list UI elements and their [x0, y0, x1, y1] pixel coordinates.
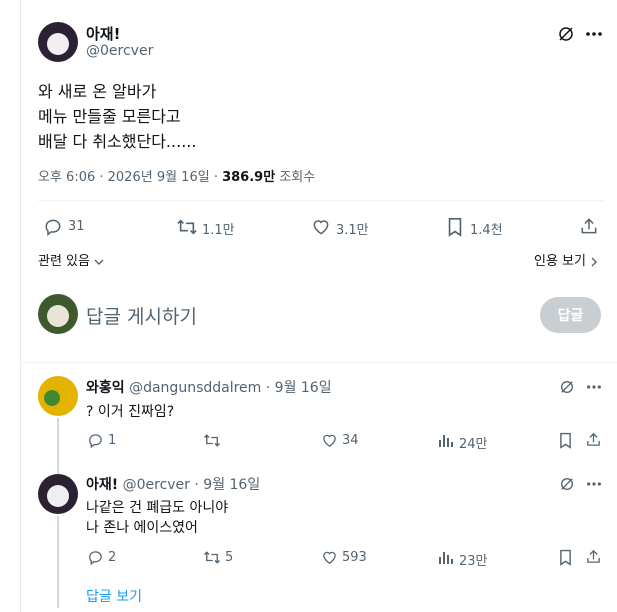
author-avatar[interactable]	[38, 22, 78, 62]
tweet-text-line-3: 배달 다 취소했단다......	[38, 132, 197, 151]
retweet-icon[interactable]	[203, 431, 221, 449]
reply-handle[interactable]: @0ercver	[123, 477, 190, 493]
reply-icon[interactable]	[86, 548, 104, 566]
reply-compose-input[interactable]: 답글 게시하기	[86, 302, 197, 329]
reply-count: 2	[108, 550, 117, 565]
reply-handle[interactable]: @dangunsddalrem	[129, 380, 261, 396]
avatar-face	[47, 33, 69, 55]
like-count: 34	[342, 433, 359, 448]
grok-icon[interactable]	[556, 24, 576, 44]
reply-header: 아재! @0ercver · 9월 16일	[86, 474, 260, 494]
more-icon[interactable]	[585, 475, 603, 493]
reply-avatar[interactable]	[38, 474, 78, 514]
bookmark-count: 1.4천	[470, 223, 503, 238]
retweet-icon[interactable]	[203, 548, 221, 566]
timeline-left-border	[20, 0, 21, 612]
avatar-face	[47, 485, 69, 507]
tweet-timestamp-row: 오후 6:06 · 2026년 9월 16일 · 386.9만 조회수	[38, 166, 315, 185]
reply-count: 31	[68, 219, 85, 234]
reply-button-label: 답글	[557, 308, 584, 324]
reply-avatar[interactable]	[38, 376, 78, 416]
retweet-icon[interactable]	[176, 216, 198, 238]
reply-display-name[interactable]: 아재!	[86, 477, 118, 493]
reply-date[interactable]: · 9월 16일	[266, 380, 332, 396]
grok-icon[interactable]	[558, 378, 576, 396]
section-divider	[20, 362, 617, 363]
quotes-label: 인용 보기	[534, 254, 586, 269]
tweet-views-count: 386.9만	[222, 170, 276, 185]
reply-submit-button[interactable]: 답글	[540, 297, 601, 333]
more-icon[interactable]	[585, 378, 603, 396]
reply-text: ? 이거 진짜임?	[86, 404, 175, 420]
quotes-link[interactable]: 인용 보기	[534, 250, 598, 269]
views-count: 24만	[459, 437, 488, 452]
reply-text-line-1: 나같은 건 폐급도 아니야	[86, 500, 229, 516]
current-user-avatar	[38, 294, 78, 334]
chevron-down-icon	[94, 258, 104, 266]
share-icon[interactable]	[584, 430, 602, 448]
views-count: 23만	[459, 554, 488, 569]
related-link[interactable]: 관련 있음	[38, 250, 104, 269]
reply-icon[interactable]	[42, 216, 64, 238]
tweet-views-label: 조회수	[279, 170, 316, 185]
like-count: 593	[342, 550, 367, 565]
reply-date[interactable]: · 9월 16일	[194, 477, 260, 493]
reply-text-line-2: 나 존나 에이스였어	[86, 520, 198, 536]
share-icon[interactable]	[584, 547, 602, 565]
bookmark-icon[interactable]	[444, 216, 466, 238]
tweet-text-line-2: 메뉴 만들줄 모른다고	[38, 107, 181, 126]
retweet-count: 5	[225, 550, 234, 565]
show-replies-link[interactable]: 답글 보기	[86, 586, 142, 606]
avatar-face	[47, 305, 69, 327]
author-handle[interactable]: @0ercver	[86, 43, 153, 59]
grok-icon[interactable]	[558, 475, 576, 493]
tweet-time[interactable]: 오후 6:06 · 2026년 9월 16일 ·	[38, 170, 218, 185]
retweet-count: 1.1만	[202, 223, 235, 238]
bookmark-icon[interactable]	[556, 431, 574, 449]
tweet-text-line-1: 와 새로 온 알바가	[38, 82, 157, 101]
chevron-right-icon	[590, 257, 598, 267]
views-icon[interactable]	[437, 548, 455, 566]
views-icon[interactable]	[437, 431, 455, 449]
reply-icon[interactable]	[86, 431, 104, 449]
avatar-face	[44, 390, 60, 406]
author-display-name[interactable]: 아재!	[86, 23, 120, 44]
like-icon[interactable]	[310, 216, 332, 238]
like-icon[interactable]	[320, 548, 338, 566]
reply-header: 와홍익 @dangunsddalrem · 9월 16일	[86, 377, 332, 397]
more-icon[interactable]	[584, 24, 604, 44]
thread-line	[57, 516, 59, 608]
related-label: 관련 있음	[38, 254, 90, 269]
like-icon[interactable]	[320, 431, 338, 449]
bookmark-icon[interactable]	[556, 548, 574, 566]
thread-line	[57, 418, 59, 458]
share-icon[interactable]	[578, 215, 600, 237]
like-count: 3.1만	[336, 223, 369, 238]
divider	[38, 200, 604, 201]
reply-count: 1	[108, 433, 117, 448]
thread-line	[57, 458, 59, 474]
reply-display-name[interactable]: 와홍익	[86, 380, 125, 396]
